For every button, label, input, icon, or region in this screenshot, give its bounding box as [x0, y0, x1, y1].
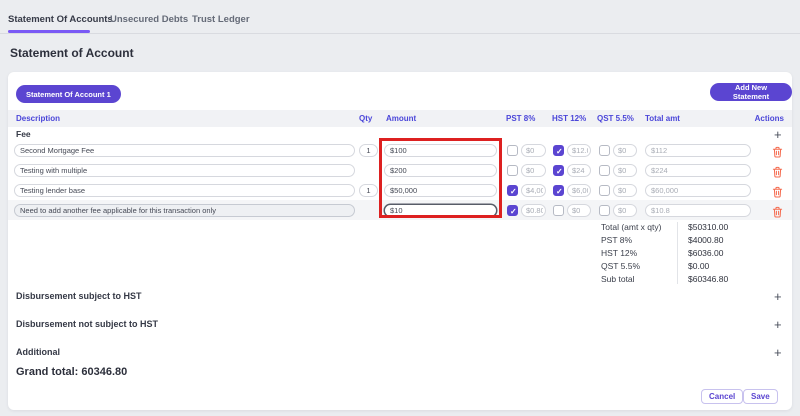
hst-checkbox[interactable] [553, 205, 564, 216]
delete-row-icon[interactable] [772, 145, 783, 157]
amount-input[interactable] [384, 184, 497, 197]
column-header-amount: Amount [386, 114, 416, 123]
column-header-hst: HST 12% [552, 114, 586, 123]
grand-total-value: 60346.80 [81, 366, 127, 378]
section-disbursement-not-subject-hst: Disbursement not subject to HST [16, 319, 158, 329]
totals-value: $6036.00 [688, 248, 723, 258]
pst-checkbox[interactable] [507, 165, 518, 176]
description-input[interactable] [14, 164, 355, 177]
page-title: Statement of Account [10, 46, 134, 60]
add-fee-icon[interactable]: + [774, 129, 782, 140]
totals-value: $60346.80 [688, 274, 728, 284]
qst-checkbox[interactable] [599, 165, 610, 176]
totals-value: $4000.80 [688, 235, 723, 245]
statement-card: Statement Of Account 1 Add New Statement… [8, 72, 792, 410]
pst-checkbox[interactable] [507, 185, 518, 196]
column-header-actions: Actions [755, 114, 784, 123]
tab-divider [0, 33, 800, 34]
pst-amount-input[interactable] [521, 144, 546, 157]
hst-amount-input[interactable] [567, 184, 591, 197]
qty-input[interactable] [359, 184, 378, 197]
pst-amount-input[interactable] [521, 184, 546, 197]
add-disbursement-subject-hst-icon[interactable]: + [774, 291, 782, 302]
totals-value: $0.00 [688, 261, 709, 271]
qst-checkbox[interactable] [599, 185, 610, 196]
hst-checkbox[interactable] [553, 165, 564, 176]
tab-statement-of-accounts[interactable]: Statement Of Accounts [8, 14, 113, 25]
hst-checkbox[interactable] [553, 145, 564, 156]
totals-label: Total (amt x qty) [601, 222, 661, 232]
hst-checkbox[interactable] [553, 185, 564, 196]
qst-checkbox[interactable] [599, 145, 610, 156]
description-input[interactable] [14, 204, 355, 217]
column-header-total-amt: Total amt [645, 114, 680, 123]
totals-label: PST 8% [601, 235, 632, 245]
statement-of-accounts-screen: Statement Of Accounts Unsecured Debts Tr… [0, 0, 800, 416]
hst-amount-input[interactable] [567, 204, 591, 217]
delete-row-icon[interactable] [772, 205, 783, 217]
totals-label: Sub total [601, 274, 635, 284]
pst-checkbox[interactable] [507, 205, 518, 216]
tab-unsecured-debts[interactable]: Unsecured Debts [110, 14, 188, 25]
pst-checkbox[interactable] [507, 145, 518, 156]
totals-row: QST 5.5% $0.00 [601, 261, 781, 273]
save-button[interactable]: Save [743, 389, 778, 404]
amount-input[interactable] [384, 144, 497, 157]
section-additional: Additional [16, 347, 60, 357]
statement-of-account-1-button[interactable]: Statement Of Account 1 [16, 85, 121, 103]
totals-row: HST 12% $6036.00 [601, 248, 781, 260]
totals-row: Sub total $60346.80 [601, 274, 781, 286]
total-amount-input[interactable] [645, 164, 751, 177]
column-header-qty: Qty [359, 114, 372, 123]
add-new-statement-button[interactable]: Add New Statement [710, 83, 792, 101]
qst-amount-input[interactable] [613, 204, 637, 217]
table-row [8, 164, 792, 178]
add-disbursement-not-subject-hst-icon[interactable]: + [774, 319, 782, 330]
delete-row-icon[interactable] [772, 165, 783, 177]
qst-amount-input[interactable] [613, 164, 637, 177]
qst-amount-input[interactable] [613, 184, 637, 197]
table-row [8, 184, 792, 198]
amount-input[interactable] [384, 164, 497, 177]
section-disbursement-subject-hst: Disbursement subject to HST [16, 291, 142, 301]
qst-checkbox[interactable] [599, 205, 610, 216]
total-amount-input[interactable] [645, 144, 751, 157]
fee-section-label: Fee [16, 129, 31, 139]
hst-amount-input[interactable] [567, 164, 591, 177]
amount-input[interactable] [384, 204, 497, 217]
qst-amount-input[interactable] [613, 144, 637, 157]
totals-label: QST 5.5% [601, 261, 640, 271]
cancel-button[interactable]: Cancel [701, 389, 743, 404]
totals-row: PST 8% $4000.80 [601, 235, 781, 247]
delete-row-icon[interactable] [772, 185, 783, 197]
description-input[interactable] [14, 184, 355, 197]
totals-label: HST 12% [601, 248, 637, 258]
column-header-description: Description [16, 114, 60, 123]
table-row [8, 144, 792, 158]
qty-input[interactable] [359, 144, 378, 157]
table-header-row: Description Qty Amount PST 8% HST 12% QS… [8, 110, 792, 127]
grand-total-label: Grand total: [16, 366, 78, 378]
hst-amount-input[interactable] [567, 144, 591, 157]
total-amount-input[interactable] [645, 184, 751, 197]
grand-total: Grand total: 60346.80 [16, 366, 127, 378]
total-amount-input[interactable] [645, 204, 751, 217]
pst-amount-input[interactable] [521, 204, 546, 217]
totals-row: Total (amt x qty) $50310.00 [601, 222, 781, 234]
table-row [8, 204, 792, 218]
description-input[interactable] [14, 144, 355, 157]
pst-amount-input[interactable] [521, 164, 546, 177]
add-additional-icon[interactable]: + [774, 347, 782, 358]
totals-value: $50310.00 [688, 222, 728, 232]
tab-trust-ledger[interactable]: Trust Ledger [192, 14, 250, 25]
column-header-pst: PST 8% [506, 114, 535, 123]
column-header-qst: QST 5.5% [597, 114, 634, 123]
